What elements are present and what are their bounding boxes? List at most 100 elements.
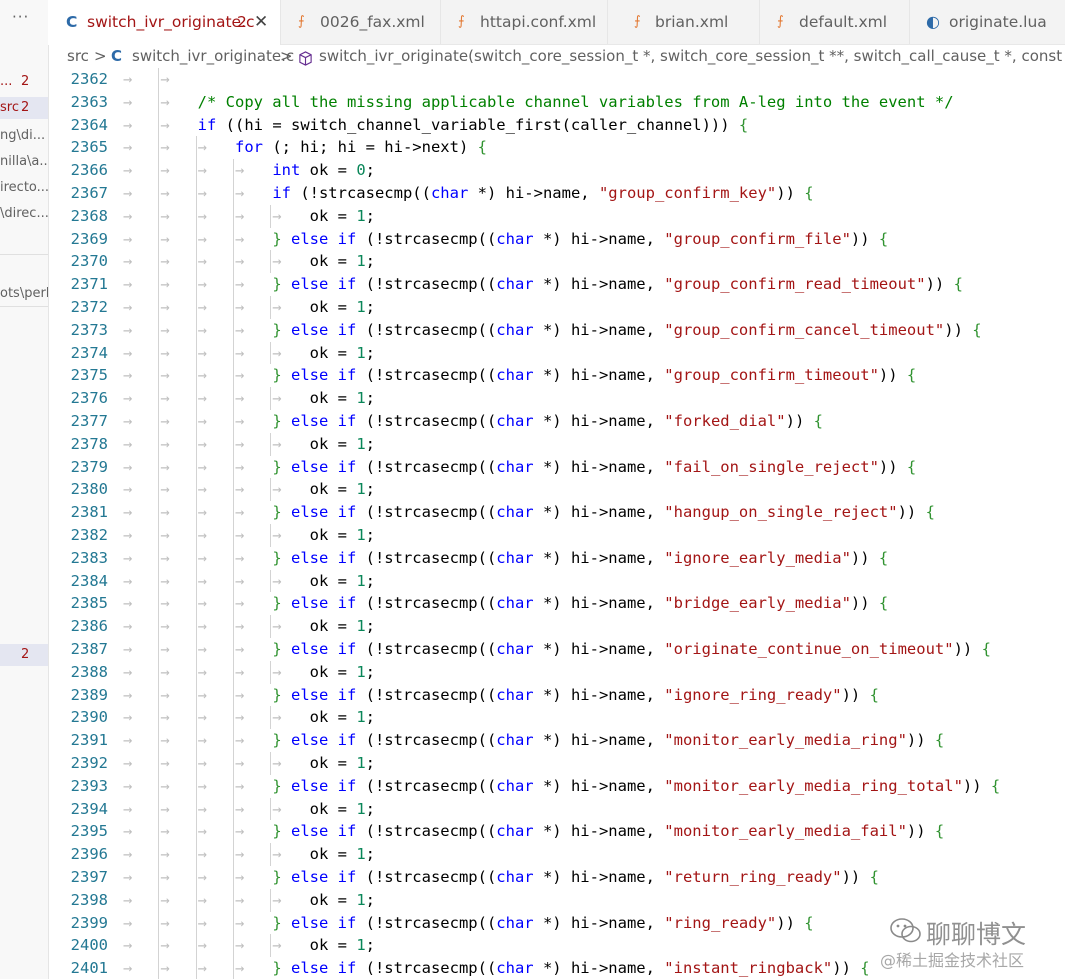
tab-brian[interactable]: ⨍ brian.xml (607, 0, 760, 44)
code-token: { (860, 868, 879, 886)
code-token: else if (281, 548, 357, 567)
more-actions-icon[interactable]: ··· (12, 8, 29, 26)
code-line[interactable]: 2385 → → → → } else if (!strcasecmp((char… (48, 592, 1065, 615)
code-line[interactable]: 2368 → → → → → ok = 1; (48, 205, 1065, 228)
code-text: → → → → } else if (!strcasecmp((char *) … (123, 912, 814, 935)
indent-guide (195, 569, 197, 593)
explorer-item[interactable]: irecto... (0, 177, 48, 199)
breadcrumb: src > C switch_ivr_originate.c > switch_… (48, 44, 1065, 68)
indent-guide (195, 387, 197, 410)
line-number: 2383 (70, 548, 108, 567)
line-number: 2374 (70, 343, 108, 362)
indent-guide (195, 227, 197, 251)
code-line[interactable]: 2376 → → → → → ok = 1; (48, 387, 1065, 410)
indent-guide (158, 273, 160, 296)
whitespace-marker: → → → → → (123, 206, 310, 225)
indent-guide (195, 592, 197, 616)
code-line[interactable]: 2386 → → → → → ok = 1; (48, 615, 1065, 638)
breadcrumb-symbol[interactable]: switch_ivr_originate(switch_core_session… (319, 44, 1065, 68)
code-line[interactable]: 2387 → → → → } else if (!strcasecmp((char… (48, 638, 1065, 661)
explorer-item[interactable]: ots\perl (0, 283, 48, 305)
indent-guide (158, 569, 160, 593)
code-line[interactable]: 2377 → → → → } else if (!strcasecmp((char… (48, 410, 1065, 433)
code-line[interactable]: 2389 → → → → } else if (!strcasecmp((char… (48, 684, 1065, 707)
code-token: )) (776, 184, 795, 202)
code-line[interactable]: 2401 → → → → } else if (!strcasecmp((char… (48, 957, 1065, 979)
whitespace-marker: → → → → (123, 457, 273, 476)
indent-guide (195, 660, 197, 684)
breadcrumb-file[interactable]: switch_ivr_originate.c (132, 44, 294, 68)
code-line[interactable]: 2398 → → → → → ok = 1; (48, 889, 1065, 912)
code-line[interactable]: 2364 → → if ((hi = switch_channel_variabl… (48, 114, 1065, 137)
explorer-item[interactable]: src 2 (0, 97, 48, 119)
indent-guide (195, 318, 197, 342)
line-number: 2378 (70, 434, 108, 453)
explorer-item[interactable]: nilla\a... (0, 151, 48, 173)
close-icon[interactable]: ✕ (254, 0, 268, 44)
code-line[interactable]: 2400 → → → → → ok = 1; (48, 934, 1065, 957)
code-text: → → → → } else if (!strcasecmp((char *) … (123, 957, 870, 979)
code-token: else if (281, 776, 357, 795)
code-line[interactable]: 2375 → → → → } else if (!strcasecmp((char… (48, 364, 1065, 387)
code-line[interactable]: 2380 → → → → → ok = 1; (48, 478, 1065, 501)
code-line[interactable]: 2390 → → → → → ok = 1; (48, 706, 1065, 729)
indent-guide (232, 797, 234, 821)
explorer-item[interactable]: ... 2 (0, 71, 48, 93)
code-editor[interactable]: 2362 → → 2363 → → /* Copy all the missing … (48, 68, 1065, 979)
tab-originate-lua[interactable]: ◐ originate.lua (909, 0, 1065, 44)
code-line[interactable]: 2388 → → → → → ok = 1; (48, 661, 1065, 684)
code-line[interactable]: 2397 → → → → } else if (!strcasecmp((char… (48, 866, 1065, 889)
code-line[interactable]: 2384 → → → → → ok = 1; (48, 570, 1065, 593)
code-line[interactable]: 2371 → → → → } else if (!strcasecmp((char… (48, 273, 1065, 296)
code-token: { (925, 731, 945, 750)
breadcrumb-folder[interactable]: src (67, 44, 89, 68)
code-line[interactable]: 2373 → → → → } else if (!strcasecmp((char… (48, 319, 1065, 342)
explorer-item[interactable]: ng\di... (0, 125, 48, 147)
tab-default[interactable]: ⨍ default.xml (759, 0, 910, 44)
code-line[interactable]: 2391 → → → → } else if (!strcasecmp((char… (48, 729, 1065, 752)
tab-switch-ivr-originate[interactable]: C switch_ivr_originate.c 2 ✕ (48, 0, 281, 45)
code-line[interactable]: 2381 → → → → } else if (!strcasecmp((char… (48, 501, 1065, 524)
code-line[interactable]: 2362 → → (48, 68, 1065, 91)
line-number: 2392 (70, 754, 108, 772)
indent-guide (195, 136, 197, 160)
code-line[interactable]: 2369 → → → → } else if (!strcasecmp((char… (48, 228, 1065, 251)
code-token: else if (281, 731, 357, 750)
code-line[interactable]: 2366 → → → → int ok = 0; (48, 159, 1065, 182)
tab-0026-fax[interactable]: ⨍ 0026_fax.xml (280, 0, 441, 44)
line-number: 2380 (70, 480, 108, 499)
code-line[interactable]: 2365 → → → for (; hi; hi = hi->next) { (48, 136, 1065, 159)
code-line[interactable]: 2363 → → /* Copy all the missing applicab… (48, 91, 1065, 114)
code-line[interactable]: 2394 → → → → → ok = 1; (48, 798, 1065, 821)
code-line[interactable]: 2378 → → → → → ok = 1; (48, 433, 1065, 456)
indent-guide (232, 820, 234, 844)
code-token: else if (281, 503, 357, 522)
code-line[interactable]: 2399 → → → → } else if (!strcasecmp((char… (48, 912, 1065, 935)
code-text: → → → → → ok = 1; (123, 250, 375, 273)
code-token: *) hi->name, (533, 731, 665, 750)
indent-guide (158, 204, 160, 228)
tab-httapi-conf[interactable]: ⨍ httapi.conf.xml (440, 0, 608, 44)
explorer-item[interactable]: \direc... (0, 203, 48, 225)
code-line[interactable]: 2367 → → → → if (!strcasecmp((char *) hi-… (48, 182, 1065, 205)
code-token: ; (365, 252, 375, 271)
code-line[interactable]: 2372 → → → → → ok = 1; (48, 296, 1065, 319)
code-token: ; (365, 526, 375, 544)
code-line[interactable]: 2383 → → → → } else if (!strcasecmp((char… (48, 547, 1065, 570)
code-line[interactable]: 2396 → → → → → ok = 1; (48, 843, 1065, 866)
code-line[interactable]: 2382 → → → → → ok = 1; (48, 524, 1065, 547)
indent-guide (195, 524, 197, 547)
line-number: 2365 (70, 138, 108, 157)
line-number: 2372 (70, 298, 108, 316)
code-token: } (272, 229, 282, 248)
code-line[interactable]: 2395 → → → → } else if (!strcasecmp((char… (48, 820, 1065, 843)
code-line[interactable]: 2379 → → → → } else if (!strcasecmp((char… (48, 456, 1065, 479)
code-token: } (272, 685, 282, 704)
indent-guide (195, 364, 197, 388)
code-token: } (272, 457, 282, 476)
code-line[interactable]: 2392 → → → → → ok = 1; (48, 752, 1065, 775)
code-line[interactable]: 2393 → → → → } else if (!strcasecmp((char… (48, 775, 1065, 798)
code-line[interactable]: 2370 → → → → → ok = 1; (48, 250, 1065, 273)
code-line[interactable]: 2374 → → → → → ok = 1; (48, 342, 1065, 365)
explorer-item[interactable]: 2 (0, 644, 48, 666)
